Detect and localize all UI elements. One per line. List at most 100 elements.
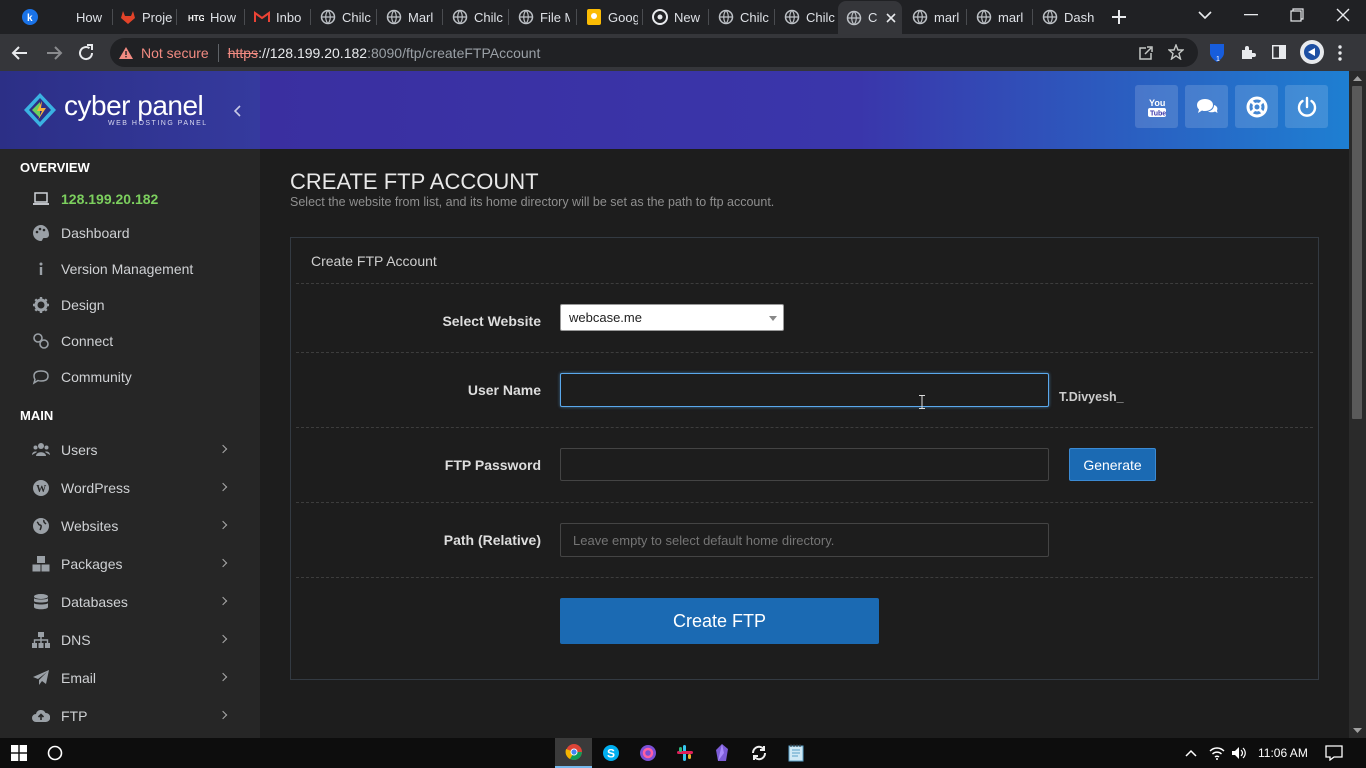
browser-tab[interactable]: New bbox=[644, 4, 708, 30]
sidebar-item-version-management[interactable]: Version Management bbox=[0, 251, 260, 287]
divider bbox=[296, 502, 1313, 503]
close-window-icon[interactable] bbox=[1336, 8, 1350, 22]
taskbar-app-circle-icon[interactable] bbox=[629, 738, 666, 768]
taskbar-slack-icon[interactable] bbox=[666, 738, 703, 768]
sidebar-item-websites[interactable]: Websites bbox=[0, 507, 260, 545]
browser-tab-active[interactable]: C bbox=[838, 1, 902, 34]
address-bar[interactable]: Not secure https://128.199.20.182:8090/f… bbox=[110, 38, 1198, 67]
profile-avatar-icon[interactable] bbox=[1300, 40, 1324, 64]
windows-start-icon[interactable] bbox=[0, 738, 37, 768]
ftp-password-input[interactable] bbox=[560, 448, 1049, 481]
sidebar-item-connect[interactable]: Connect bbox=[0, 323, 260, 359]
chat-icon bbox=[32, 370, 49, 385]
sidebar-item-dns[interactable]: DNS bbox=[0, 621, 260, 659]
select-website-label: Select Website bbox=[442, 313, 541, 329]
sidebar-item-ftp[interactable]: FTP bbox=[0, 697, 260, 735]
taskbar-clock[interactable]: 11:06 AM bbox=[1258, 746, 1308, 760]
close-tab-icon[interactable] bbox=[886, 12, 896, 23]
share-icon[interactable] bbox=[1137, 45, 1153, 61]
gmail-icon bbox=[254, 9, 270, 25]
website-select[interactable]: webcase.me bbox=[560, 304, 784, 331]
tab-title: Chilc bbox=[740, 9, 769, 25]
sidebar-item-email[interactable]: Email bbox=[0, 659, 260, 697]
browser-tab[interactable]: File M bbox=[510, 4, 576, 30]
browser-tab[interactable]: marl bbox=[904, 4, 966, 30]
browser-tab[interactable]: Goog bbox=[578, 4, 642, 30]
username-prefix: T.Divyesh_ bbox=[1059, 390, 1124, 404]
browser-tab[interactable]: marl bbox=[968, 4, 1032, 30]
browser-tab[interactable]: Dash bbox=[1034, 4, 1098, 30]
path-input[interactable] bbox=[560, 523, 1049, 557]
url-scheme: https bbox=[227, 44, 259, 61]
browser-menu-icon[interactable] bbox=[1338, 45, 1342, 61]
sidebar-item-server-ip[interactable]: 128.199.20.182 bbox=[0, 183, 260, 215]
volume-icon[interactable] bbox=[1231, 746, 1247, 760]
create-ftp-button[interactable]: Create FTP bbox=[560, 598, 879, 644]
sidebar-item-label: FTP bbox=[61, 708, 88, 724]
back-arrow-icon[interactable] bbox=[10, 43, 30, 63]
scroll-down-arrow-icon[interactable] bbox=[1349, 724, 1366, 736]
wifi-icon[interactable] bbox=[1209, 746, 1225, 760]
sidebar-item-label: DNS bbox=[61, 632, 91, 648]
browser-tab[interactable]: Chilc bbox=[444, 4, 508, 30]
browser-tab[interactable]: Inbo bbox=[246, 4, 310, 30]
tab-title: How bbox=[76, 9, 103, 25]
globe-icon bbox=[320, 9, 336, 25]
gitlab-icon bbox=[120, 9, 136, 25]
taskbar-chrome-icon[interactable] bbox=[555, 738, 592, 768]
browser-tab[interactable]: Chilc bbox=[776, 4, 840, 30]
sidebar-item-label: Design bbox=[61, 297, 105, 313]
notifications-icon[interactable] bbox=[1325, 745, 1343, 761]
security-label[interactable]: Not secure bbox=[141, 45, 209, 61]
browser-tab[interactable]: Marl bbox=[378, 4, 442, 30]
youtube-button[interactable]: You Tube bbox=[1135, 85, 1178, 128]
support-button[interactable] bbox=[1235, 85, 1278, 128]
wordpress-icon: W bbox=[33, 480, 49, 496]
taskbar-obsidian-icon[interactable] bbox=[703, 738, 740, 768]
browser-tab[interactable]: HTG How bbox=[180, 4, 244, 30]
ftp-password-label: FTP Password bbox=[444, 457, 541, 473]
tab-search-chevron-icon[interactable] bbox=[1198, 10, 1212, 20]
browser-tab[interactable]: k bbox=[14, 4, 44, 30]
divider bbox=[296, 283, 1313, 284]
restore-icon[interactable] bbox=[1290, 8, 1304, 22]
logout-button[interactable] bbox=[1285, 85, 1328, 128]
warning-triangle-icon[interactable] bbox=[118, 46, 134, 60]
reload-icon[interactable] bbox=[76, 43, 96, 63]
browser-tab[interactable]: Chilc bbox=[312, 4, 376, 30]
sidebar-item-community[interactable]: Community bbox=[0, 359, 260, 395]
page-scrollbar[interactable] bbox=[1349, 71, 1366, 738]
scroll-up-arrow-icon[interactable] bbox=[1349, 73, 1366, 85]
collapse-sidebar-chevron-icon[interactable] bbox=[234, 105, 242, 117]
sidebar-item-dashboard[interactable]: Dashboard bbox=[0, 215, 260, 251]
taskbar-sync-icon[interactable] bbox=[740, 738, 777, 768]
sidebar-item-databases[interactable]: Databases bbox=[0, 583, 260, 621]
search-circle-icon[interactable] bbox=[36, 738, 73, 768]
sidebar-item-users[interactable]: Users bbox=[0, 431, 260, 469]
chat-button[interactable] bbox=[1185, 85, 1228, 128]
sidebar-item-packages[interactable]: Packages bbox=[0, 545, 260, 583]
new-tab-plus-icon[interactable] bbox=[1110, 8, 1128, 26]
scrollbar-thumb[interactable] bbox=[1352, 86, 1362, 419]
overview-section-title: OVERVIEW bbox=[20, 160, 90, 175]
svg-text:k: k bbox=[27, 13, 33, 24]
sidebar-item-label: Connect bbox=[61, 333, 114, 349]
minimize-icon[interactable] bbox=[1244, 14, 1258, 16]
svg-text:S: S bbox=[607, 747, 615, 761]
browser-tab[interactable]: Proje bbox=[112, 4, 176, 30]
taskbar-skype-icon[interactable]: S bbox=[592, 738, 629, 768]
extensions-puzzle-icon[interactable] bbox=[1240, 44, 1256, 60]
generate-password-button[interactable]: Generate bbox=[1069, 448, 1156, 481]
bitwarden-extension-icon[interactable]: 1 bbox=[1208, 43, 1226, 63]
bookmark-star-icon[interactable] bbox=[1168, 44, 1184, 60]
sidebar-item-wordpress[interactable]: W WordPress bbox=[0, 469, 260, 507]
show-hidden-icons-chevron-icon[interactable] bbox=[1185, 749, 1197, 757]
side-panel-icon[interactable] bbox=[1272, 45, 1286, 59]
browser-tab[interactable]: How bbox=[52, 4, 112, 30]
forward-arrow-icon[interactable] bbox=[44, 43, 64, 63]
taskbar-notepad-icon[interactable] bbox=[777, 738, 814, 768]
username-input[interactable] bbox=[560, 373, 1049, 407]
browser-tab[interactable]: Chilc bbox=[710, 4, 774, 30]
cyberpanel-logo-icon[interactable] bbox=[22, 92, 58, 128]
sidebar-item-design[interactable]: Design bbox=[0, 287, 260, 323]
